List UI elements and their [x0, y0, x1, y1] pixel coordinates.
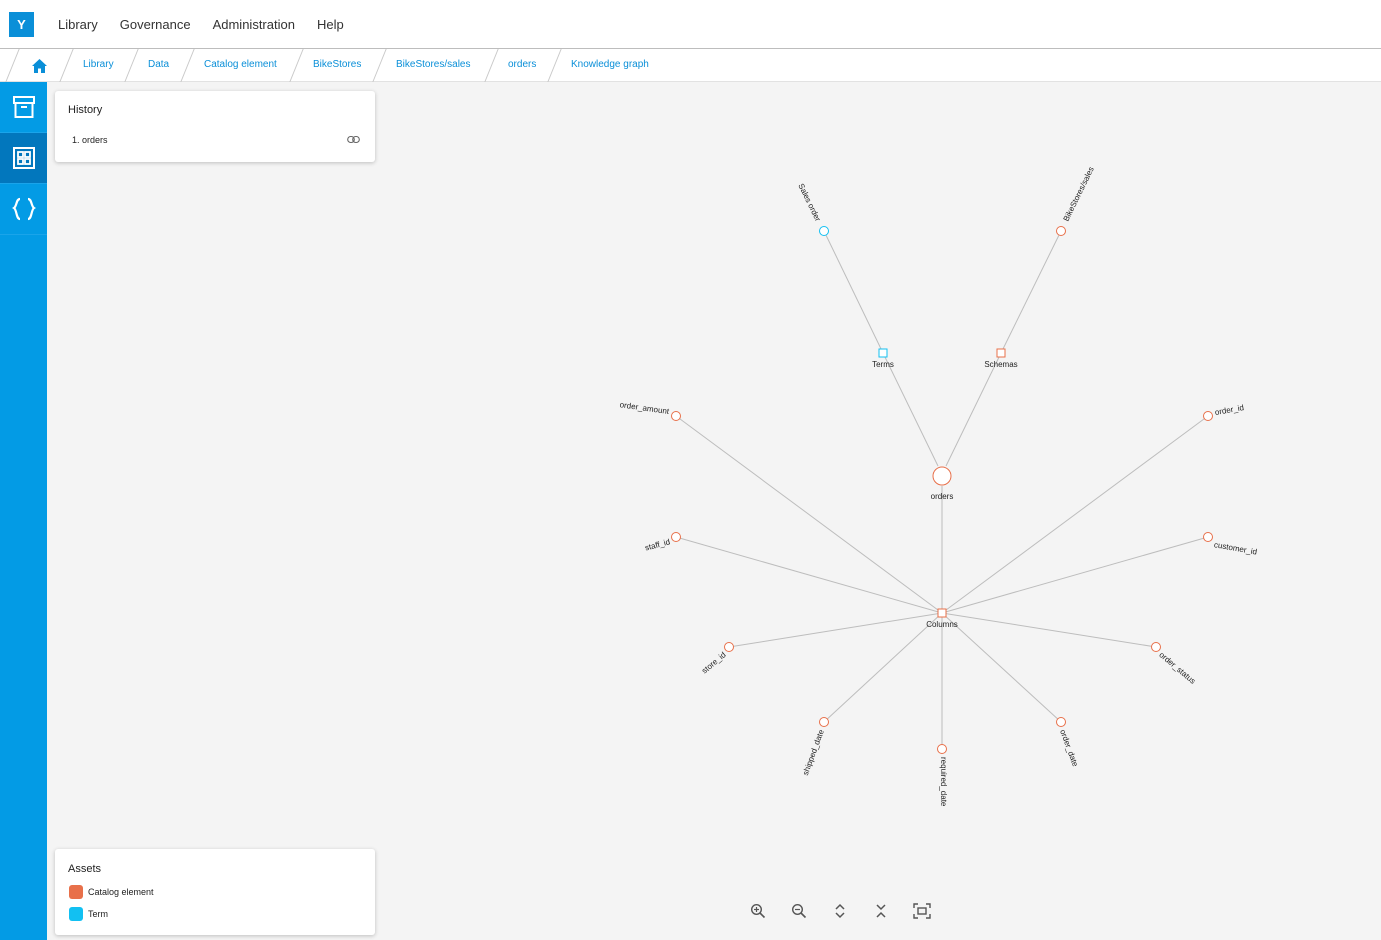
edge-columns-customer-id [941, 536, 1209, 614]
node-bikestores-sales-label: BikeStores/sales [1062, 165, 1096, 223]
legend-label: Term [88, 909, 108, 919]
fit-screen-icon [913, 903, 931, 919]
breadcrumb-separator [59, 49, 74, 82]
breadcrumb-bikestores-sales[interactable]: BikeStores/sales [396, 59, 470, 70]
node-shipped-date[interactable] [819, 717, 829, 727]
expand-button[interactable] [828, 900, 852, 922]
edge-orders-terms [882, 352, 939, 467]
node-schemas-label: Schemas [984, 360, 1017, 369]
breadcrumb-knowledge-graph[interactable]: Knowledge graph [571, 59, 649, 70]
node-shipped-date-label: shipped_date [801, 728, 826, 777]
knowledge-graph[interactable]: orders Terms Schemas Columns Sales order… [47, 82, 1381, 940]
history-item[interactable]: 1. orders [72, 135, 108, 145]
breadcrumb-data[interactable]: Data [148, 59, 169, 70]
unfold-more-icon [835, 903, 845, 919]
breadcrumb-catalog-element[interactable]: Catalog element [204, 59, 277, 70]
node-order-status[interactable] [1151, 642, 1161, 652]
edge-terms-sales-order [823, 230, 884, 354]
node-order-date[interactable] [1056, 717, 1066, 727]
node-store-id[interactable] [724, 642, 734, 652]
node-customer-id-label: customer_id [1213, 540, 1257, 556]
rail-archive-button[interactable] [0, 82, 47, 133]
zoom-in-icon [750, 903, 766, 919]
legend-item-term: Term [69, 907, 108, 921]
node-required-date-label: required_date [939, 757, 948, 807]
main-menu: Library Governance Administration Help [47, 17, 355, 32]
fit-screen-button[interactable] [910, 900, 934, 922]
breadcrumb-separator [289, 49, 304, 82]
history-title: History [68, 104, 103, 116]
curly-braces-icon [11, 197, 36, 221]
breadcrumb-separator [180, 49, 195, 82]
unfold-less-icon [876, 904, 886, 918]
menu-administration[interactable]: Administration [213, 17, 295, 32]
node-columns-label: Columns [926, 620, 958, 629]
breadcrumb-separator [547, 49, 562, 82]
node-bikestores-sales[interactable] [1056, 226, 1066, 236]
legend-swatch-catalog [69, 885, 83, 899]
node-schemas[interactable] [996, 348, 1006, 358]
node-columns[interactable] [937, 608, 947, 618]
edge-columns-staff-id [675, 536, 943, 614]
node-order-status-label: order_status [1157, 650, 1197, 685]
breadcrumb-bikestores[interactable]: BikeStores [313, 59, 361, 70]
home-icon[interactable] [31, 58, 48, 74]
graph-edges [675, 230, 1209, 749]
zoom-out-button[interactable] [787, 900, 811, 922]
node-required-date[interactable] [937, 744, 947, 754]
assets-title: Assets [68, 863, 102, 875]
node-orders[interactable] [932, 466, 952, 486]
node-order-id-label: order_id [1214, 403, 1244, 417]
edge-schemas-bikestores-sales [1000, 230, 1062, 354]
assets-legend: Assets Catalog element Term [55, 849, 375, 935]
breadcrumb: Library Data Catalog element BikeStores … [0, 49, 1381, 82]
breadcrumb-library[interactable]: Library [83, 59, 114, 70]
node-staff-id-label: staff_id [644, 537, 671, 552]
zoom-out-icon [791, 903, 807, 919]
link-icon[interactable] [347, 135, 360, 144]
breadcrumb-separator [372, 49, 387, 82]
node-customer-id[interactable] [1203, 532, 1213, 542]
menu-help[interactable]: Help [317, 17, 344, 32]
node-sales-order[interactable] [819, 226, 829, 236]
archive-icon [12, 96, 35, 118]
menu-governance[interactable]: Governance [120, 17, 191, 32]
collapse-button[interactable] [869, 900, 893, 922]
graph-controls [746, 900, 951, 922]
breadcrumb-separator [484, 49, 499, 82]
app-logo[interactable]: Y [9, 11, 34, 37]
menu-library[interactable]: Library [58, 17, 98, 32]
breadcrumb-separator [5, 49, 20, 82]
node-orders-label: orders [931, 492, 954, 501]
top-nav: Y Library Governance Administration Help [0, 0, 1381, 49]
left-rail [0, 82, 47, 940]
legend-item-catalog-element: Catalog element [69, 885, 154, 899]
node-order-date-label: order_date [1058, 728, 1080, 768]
node-order-amount-label: order_amount [619, 400, 670, 416]
rail-grid-button[interactable] [0, 133, 47, 184]
edge-columns-order-amount [675, 415, 943, 614]
zoom-in-button[interactable] [746, 900, 770, 922]
node-sales-order-label: Sales order [796, 182, 822, 223]
breadcrumb-separator [124, 49, 139, 82]
node-terms[interactable] [878, 348, 888, 358]
legend-swatch-term [69, 907, 83, 921]
node-order-id[interactable] [1203, 411, 1213, 421]
rail-code-button[interactable] [0, 184, 47, 235]
legend-label: Catalog element [88, 887, 154, 897]
grid-icon [12, 147, 35, 169]
node-store-id-label: store_id [700, 650, 728, 675]
node-terms-label: Terms [872, 360, 894, 369]
history-panel: History 1. orders [55, 91, 375, 162]
edge-columns-order-id [941, 415, 1209, 614]
breadcrumb-orders[interactable]: orders [508, 59, 536, 70]
edge-orders-schemas [945, 352, 1002, 467]
node-staff-id[interactable] [671, 532, 681, 542]
node-order-amount[interactable] [671, 411, 681, 421]
